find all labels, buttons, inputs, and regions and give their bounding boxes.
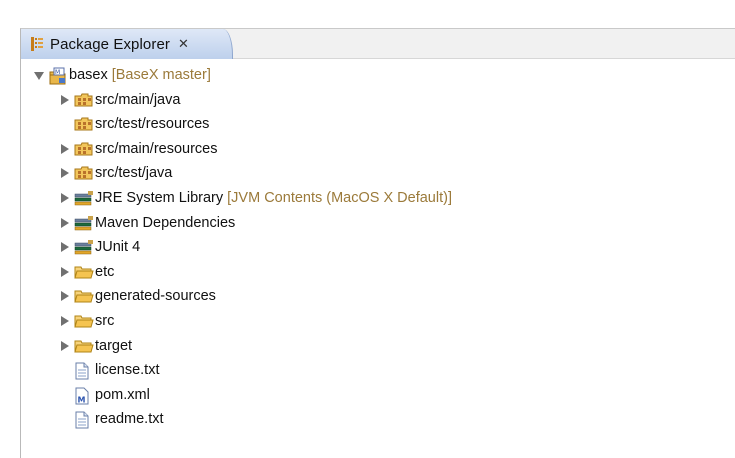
collapsed-arrow-icon[interactable] xyxy=(61,217,69,228)
tree-item-label: src/main/resources xyxy=(95,141,217,157)
tree-item-src-main-java[interactable]: src/main/java xyxy=(21,88,735,113)
tree-item-src-test-java[interactable]: src/test/java xyxy=(21,161,735,186)
source-folder-icon xyxy=(74,165,93,181)
tree-item-name: license.txt xyxy=(95,362,160,379)
package-explorer-icon xyxy=(30,36,44,52)
tree-item-label: src/test/java xyxy=(95,165,172,181)
collapsed-arrow-icon[interactable] xyxy=(61,340,69,351)
tree-item-src[interactable]: src xyxy=(21,309,735,334)
folder-icon xyxy=(74,288,94,304)
tree-item-name: readme.txt xyxy=(95,411,164,428)
tree-item-maven-dependencies[interactable]: Maven Dependencies xyxy=(21,211,735,236)
tree-item-name: src/test/resources xyxy=(95,116,210,133)
tree-item-etc[interactable]: etc xyxy=(21,260,735,285)
tree-item-name: src xyxy=(95,312,115,329)
collapsed-arrow-icon[interactable] xyxy=(61,94,69,105)
tree-item-src-test-resources[interactable]: src/test/resources xyxy=(21,112,735,137)
folder-icon xyxy=(74,264,94,280)
tab-label: Package Explorer xyxy=(50,35,170,53)
tree-item-label: src/main/java xyxy=(95,92,180,108)
tree-item-jre-system-library[interactable]: JRE System Library [JVM Contents (MacOS … xyxy=(21,186,735,211)
tree-item-label: generated-sources xyxy=(95,288,216,304)
collapsed-arrow-icon[interactable] xyxy=(61,168,69,179)
tree-item-label: JRE System Library [JVM Contents (MacOS … xyxy=(95,190,452,206)
tree-item-decoration: [BaseX master] xyxy=(111,67,211,83)
text-file-icon xyxy=(74,362,92,380)
tree-item-label: target xyxy=(95,338,132,354)
close-icon[interactable]: ✕ xyxy=(178,37,189,52)
tree-item-name: JRE System Library xyxy=(95,189,224,206)
library-icon xyxy=(74,239,93,255)
tree-item-label: JUnit 4 xyxy=(95,239,140,255)
tree-item-pom-xml[interactable]: Mpom.xml xyxy=(21,383,735,408)
folder-icon xyxy=(74,338,94,354)
tree-item-name: Maven Dependencies xyxy=(95,214,236,231)
tab-package-explorer[interactable]: Package Explorer ✕ xyxy=(21,29,233,59)
tree-item-label: basex [BaseX master] xyxy=(69,67,211,83)
tree-item-label: etc xyxy=(95,264,114,280)
tree-item-label: Maven Dependencies xyxy=(95,215,235,231)
tree-item-label: src xyxy=(95,313,114,329)
tree-item-name: src/main/resources xyxy=(95,140,218,157)
tree-item-name: basex xyxy=(69,67,108,83)
maven-pom-icon: M xyxy=(74,387,92,405)
tree-item-name: etc xyxy=(95,263,115,280)
tree-item-name: target xyxy=(95,337,133,354)
source-folder-icon xyxy=(74,116,93,132)
collapsed-arrow-icon[interactable] xyxy=(61,266,69,277)
text-file-icon xyxy=(74,411,92,429)
tree-item-decoration: [JVM Contents (MacOS X Default)] xyxy=(227,189,452,206)
svg-text:M: M xyxy=(55,69,60,76)
source-folder-icon xyxy=(74,141,93,157)
tree-item-name: JUnit 4 xyxy=(95,239,141,256)
package-tree: Mbasex [BaseX master] src/main/java src/te… xyxy=(21,63,735,432)
library-icon xyxy=(74,215,93,231)
tree-item-basex[interactable]: Mbasex [BaseX master] xyxy=(21,63,735,88)
tree-item-name: src/test/java xyxy=(95,165,173,182)
package-explorer-view: Package Explorer ✕ Mbasex [BaseX master]… xyxy=(20,28,735,458)
maven-project-icon: M xyxy=(48,67,66,85)
collapsed-arrow-icon[interactable] xyxy=(61,315,69,326)
svg-text:M: M xyxy=(78,395,86,404)
tree-item-label: src/test/resources xyxy=(95,116,209,132)
collapsed-arrow-icon[interactable] xyxy=(61,242,69,253)
library-icon xyxy=(74,190,93,206)
collapsed-arrow-icon[interactable] xyxy=(61,143,69,154)
tree-item-label: license.txt xyxy=(95,362,159,378)
expanded-arrow-icon[interactable] xyxy=(34,72,44,80)
collapsed-arrow-icon[interactable] xyxy=(61,192,69,203)
tree-item-label: readme.txt xyxy=(95,411,164,427)
tree-item-readme-txt[interactable]: readme.txt xyxy=(21,407,735,432)
tree-item-junit-4[interactable]: JUnit 4 xyxy=(21,235,735,260)
tree-item-license-txt[interactable]: license.txt xyxy=(21,358,735,383)
tree-item-name: src/main/java xyxy=(95,91,181,108)
collapsed-arrow-icon[interactable] xyxy=(61,291,69,302)
tree-item-src-main-resources[interactable]: src/main/resources xyxy=(21,137,735,162)
folder-icon xyxy=(74,313,94,329)
view-tab-bar: Package Explorer ✕ xyxy=(21,29,735,59)
tree-item-name: pom.xml xyxy=(95,386,150,403)
tree-item-label: pom.xml xyxy=(95,387,150,403)
tree-item-target[interactable]: target xyxy=(21,334,735,359)
tree-item-generated-sources[interactable]: generated-sources xyxy=(21,284,735,309)
source-folder-icon xyxy=(74,92,93,108)
tree-item-name: generated-sources xyxy=(95,288,216,305)
